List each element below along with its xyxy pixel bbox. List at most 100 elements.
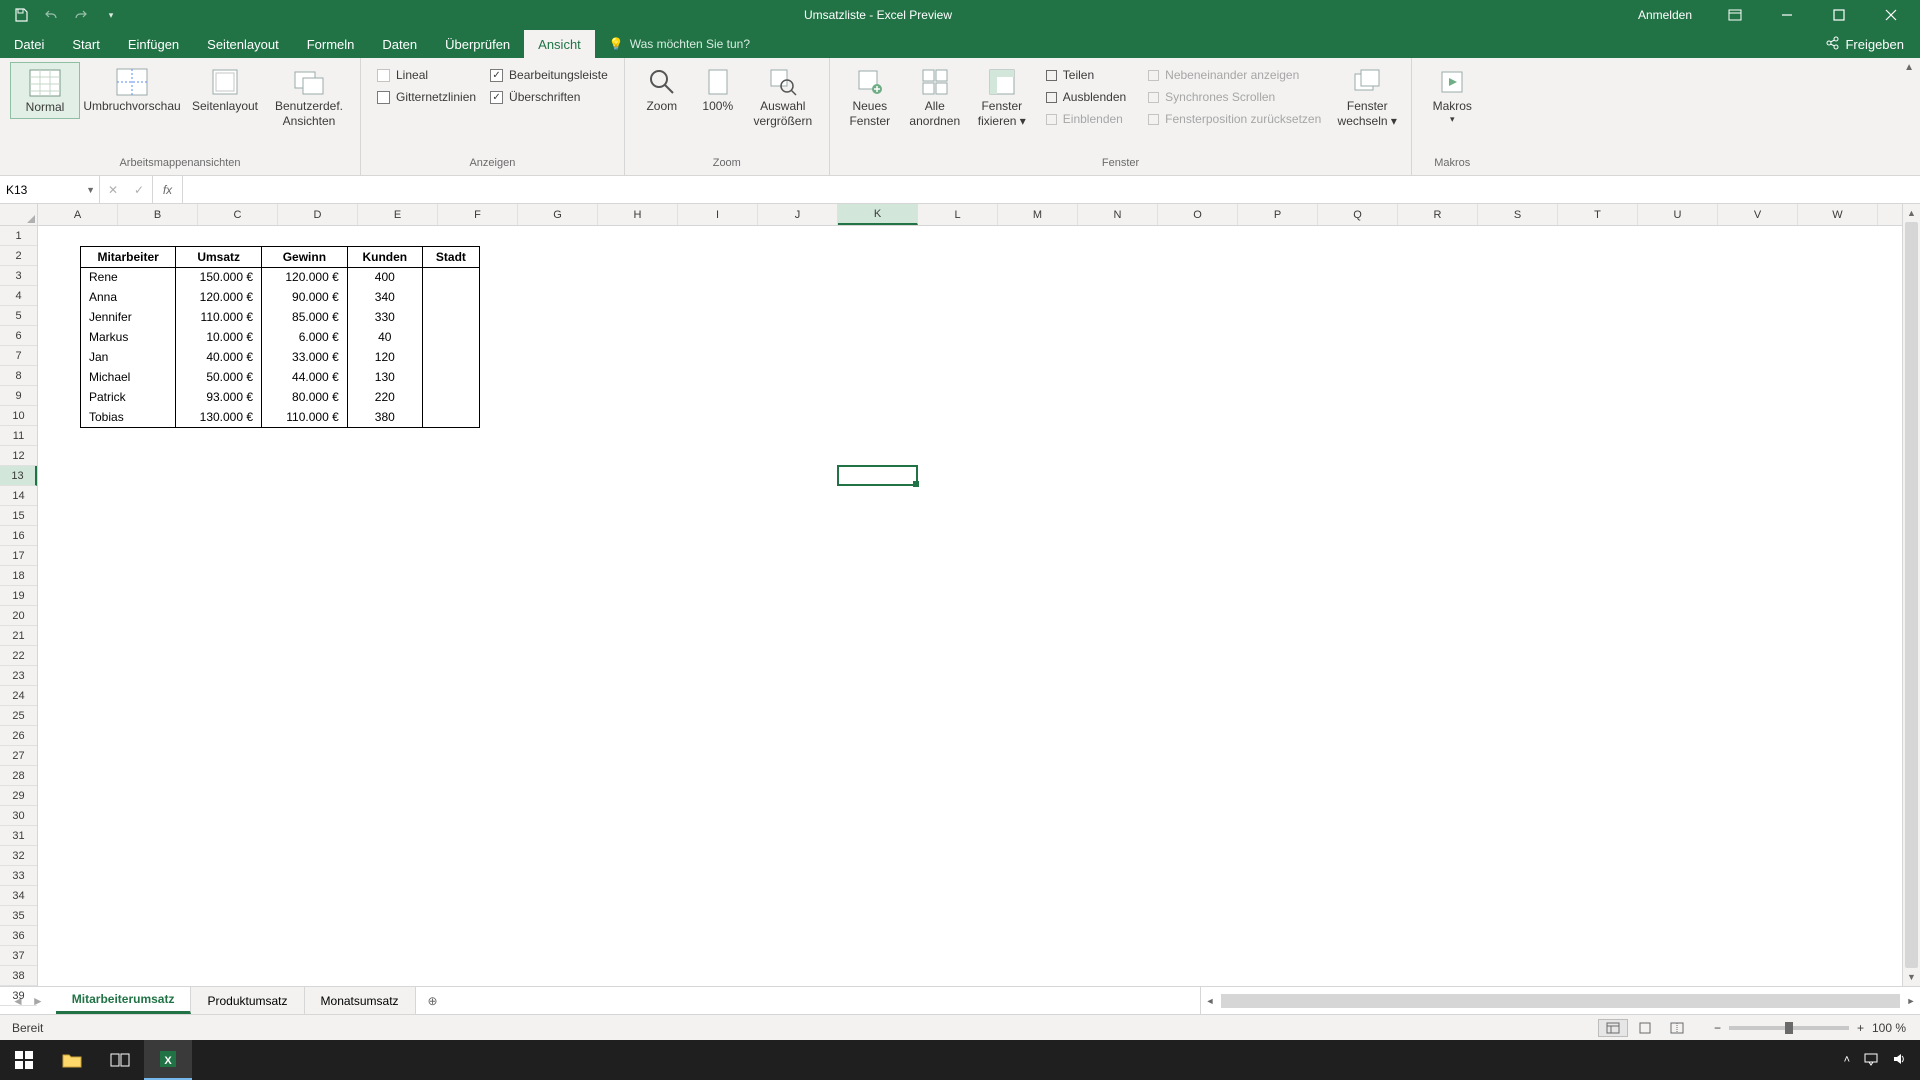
- qat-dropdown-icon[interactable]: ▾: [100, 4, 122, 26]
- table-cell[interactable]: 120.000 €: [262, 267, 348, 287]
- table-cell[interactable]: [422, 307, 479, 327]
- zoom-selection-button[interactable]: Auswahl vergrößern: [747, 62, 819, 132]
- table-cell[interactable]: 150.000 €: [176, 267, 262, 287]
- table-cell[interactable]: 90.000 €: [262, 287, 348, 307]
- row-header[interactable]: 2: [0, 246, 37, 266]
- row-header[interactable]: 6: [0, 326, 37, 346]
- redo-icon[interactable]: [70, 4, 92, 26]
- worksheet-grid[interactable]: 1234567891011121314151617181920212223242…: [0, 204, 1920, 986]
- fx-icon[interactable]: fx: [153, 176, 183, 203]
- column-header[interactable]: V: [1718, 204, 1798, 225]
- table-cell[interactable]: 85.000 €: [262, 307, 348, 327]
- table-cell[interactable]: 110.000 €: [176, 307, 262, 327]
- row-header[interactable]: 18: [0, 566, 37, 586]
- column-header[interactable]: M: [998, 204, 1078, 225]
- row-header[interactable]: 14: [0, 486, 37, 506]
- row-header[interactable]: 12: [0, 446, 37, 466]
- chevron-down-icon[interactable]: ▼: [86, 185, 95, 195]
- zoom-slider[interactable]: [1729, 1026, 1849, 1030]
- name-box[interactable]: K13 ▼: [0, 176, 100, 203]
- scroll-down-icon[interactable]: ▼: [1903, 968, 1920, 986]
- table-cell[interactable]: 120: [347, 347, 422, 367]
- view-pagebreak-button[interactable]: Umbruchvorschau: [82, 62, 182, 117]
- row-header[interactable]: 34: [0, 886, 37, 906]
- row-header[interactable]: 3: [0, 266, 37, 286]
- column-header[interactable]: R: [1398, 204, 1478, 225]
- column-header[interactable]: H: [598, 204, 678, 225]
- table-cell[interactable]: Markus: [81, 327, 176, 347]
- column-header[interactable]: A: [38, 204, 118, 225]
- table-cell[interactable]: 6.000 €: [262, 327, 348, 347]
- column-header[interactable]: U: [1638, 204, 1718, 225]
- sheet-tab-2[interactable]: Produktumsatz: [191, 987, 304, 1014]
- row-header[interactable]: 1: [0, 226, 37, 246]
- column-header[interactable]: E: [358, 204, 438, 225]
- table-cell[interactable]: 340: [347, 287, 422, 307]
- new-window-button[interactable]: NeuesFenster: [840, 62, 900, 132]
- table-cell[interactable]: 130: [347, 367, 422, 387]
- zoom-in-button[interactable]: +: [1857, 1021, 1864, 1035]
- column-header[interactable]: I: [678, 204, 758, 225]
- new-sheet-button[interactable]: ⊕: [416, 987, 450, 1014]
- system-tray[interactable]: ˄: [1830, 1052, 1920, 1069]
- column-header[interactable]: D: [278, 204, 358, 225]
- table-cell[interactable]: 33.000 €: [262, 347, 348, 367]
- view-pagebreak-shortcut[interactable]: [1662, 1019, 1692, 1037]
- tab-view[interactable]: Ansicht: [524, 30, 595, 58]
- split-button[interactable]: Teilen: [1042, 66, 1130, 84]
- tab-data[interactable]: Daten: [368, 30, 431, 58]
- column-header[interactable]: L: [918, 204, 998, 225]
- row-header[interactable]: 37: [0, 946, 37, 966]
- tray-volume-icon[interactable]: [1892, 1052, 1906, 1069]
- view-normal-button[interactable]: Normal: [10, 62, 80, 119]
- column-header[interactable]: K: [838, 204, 918, 225]
- sheet-tab-3[interactable]: Monatsumsatz: [305, 987, 416, 1014]
- scroll-right-icon[interactable]: ►: [1902, 996, 1920, 1006]
- minimize-button[interactable]: [1764, 0, 1810, 30]
- tab-home[interactable]: Start: [58, 30, 113, 58]
- ribbon-display-icon[interactable]: [1712, 0, 1758, 30]
- view-pagelayout-shortcut[interactable]: [1630, 1019, 1660, 1037]
- table-cell[interactable]: 50.000 €: [176, 367, 262, 387]
- table-cell[interactable]: Rene: [81, 267, 176, 287]
- column-header[interactable]: Q: [1318, 204, 1398, 225]
- row-header[interactable]: 23: [0, 666, 37, 686]
- row-header[interactable]: 35: [0, 906, 37, 926]
- share-button[interactable]: Freigeben: [1809, 30, 1920, 58]
- table-cell[interactable]: 130.000 €: [176, 407, 262, 427]
- table-cell[interactable]: 40.000 €: [176, 347, 262, 367]
- column-header[interactable]: O: [1158, 204, 1238, 225]
- freeze-panes-button[interactable]: Fenster fixieren ▾: [970, 62, 1034, 132]
- macros-button[interactable]: Makros ▾: [1422, 62, 1482, 129]
- start-button[interactable]: [0, 1040, 48, 1080]
- row-header[interactable]: 39: [0, 986, 37, 1006]
- table-cell[interactable]: 40: [347, 327, 422, 347]
- row-header[interactable]: 13: [0, 466, 37, 486]
- collapse-ribbon-icon[interactable]: ▲: [1904, 62, 1914, 73]
- vertical-scrollbar[interactable]: ▲ ▼: [1902, 204, 1920, 986]
- column-header[interactable]: T: [1558, 204, 1638, 225]
- row-header[interactable]: 16: [0, 526, 37, 546]
- row-header[interactable]: 4: [0, 286, 37, 306]
- signin-button[interactable]: Anmelden: [1624, 8, 1706, 22]
- column-header[interactable]: G: [518, 204, 598, 225]
- table-cell[interactable]: Jennifer: [81, 307, 176, 327]
- table-cell[interactable]: Patrick: [81, 387, 176, 407]
- table-cell[interactable]: 120.000 €: [176, 287, 262, 307]
- chk-headings[interactable]: ✓Überschriften: [490, 90, 608, 104]
- row-header[interactable]: 19: [0, 586, 37, 606]
- table-cell[interactable]: 93.000 €: [176, 387, 262, 407]
- horizontal-scrollbar[interactable]: ◄ ►: [1200, 987, 1920, 1014]
- table-cell[interactable]: 400: [347, 267, 422, 287]
- table-cell[interactable]: 80.000 €: [262, 387, 348, 407]
- hide-button[interactable]: Ausblenden: [1042, 88, 1130, 106]
- file-explorer-button[interactable]: [48, 1040, 96, 1080]
- scroll-left-icon[interactable]: ◄: [1201, 996, 1219, 1006]
- row-header[interactable]: 17: [0, 546, 37, 566]
- column-header[interactable]: F: [438, 204, 518, 225]
- tab-pagelayout[interactable]: Seitenlayout: [193, 30, 293, 58]
- row-header[interactable]: 27: [0, 746, 37, 766]
- column-header[interactable]: N: [1078, 204, 1158, 225]
- tray-action-center-icon[interactable]: [1864, 1052, 1878, 1069]
- zoom-100-button[interactable]: 100%: [691, 62, 745, 117]
